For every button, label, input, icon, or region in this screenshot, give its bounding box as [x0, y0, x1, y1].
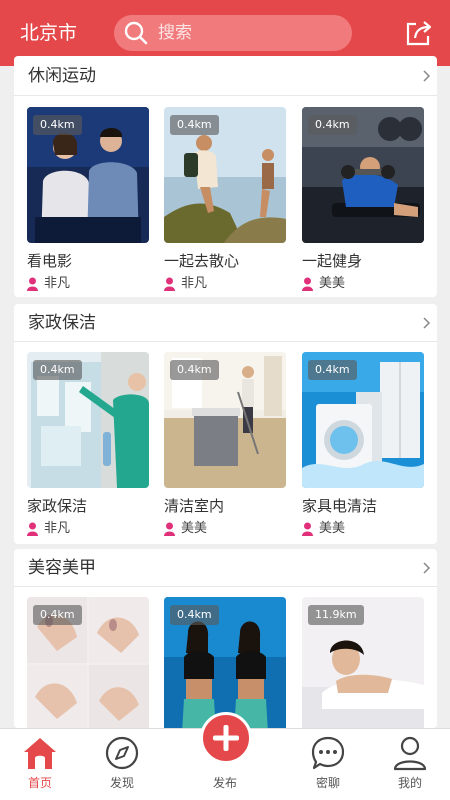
person-icon — [302, 522, 313, 536]
section-title: 美容美甲 — [28, 558, 96, 578]
share-icon[interactable] — [405, 20, 433, 46]
tab-label: 发布 — [212, 776, 237, 790]
mopping-photo: 0.4km — [164, 352, 286, 488]
nails-photo: 0.4km — [27, 597, 149, 728]
person-icon — [164, 522, 175, 536]
gym-photo: 0.4km — [302, 107, 424, 243]
author-name: 美美 — [181, 521, 208, 536]
list-item[interactable]: 0.4km 看电影 非凡 — [27, 107, 149, 297]
section-header[interactable]: 美容美甲 — [14, 549, 437, 587]
home-icon — [24, 738, 56, 769]
section-beauty-nails: 美容美甲 0.4km 0.4km 11.9km — [14, 549, 437, 728]
distance-badge: 0.4km — [170, 360, 219, 380]
appliance-photo: 0.4km — [302, 352, 424, 488]
list-item[interactable]: 0.4km 一起健身 美美 — [302, 107, 424, 297]
section-header[interactable]: 家政保洁 — [14, 304, 437, 342]
distance-badge: 0.4km — [33, 360, 82, 380]
chevron-right-icon — [423, 70, 431, 82]
publish-button[interactable] — [200, 712, 252, 764]
author-name: 美美 — [319, 276, 346, 291]
tab-profile[interactable]: 我的 — [370, 729, 450, 800]
distance-badge: 0.4km — [170, 115, 219, 135]
chevron-right-icon — [423, 562, 431, 574]
search-icon — [124, 21, 148, 45]
window-cleaning-photo: 0.4km — [27, 352, 149, 488]
author-name: 非凡 — [181, 276, 208, 291]
hiking-photo: 0.4km — [164, 107, 286, 243]
distance-badge: 0.4km — [33, 605, 82, 625]
cinema-photo: 0.4km — [27, 107, 149, 243]
person-icon — [27, 277, 38, 291]
distance-badge: 0.4km — [308, 360, 357, 380]
list-item[interactable]: 0.4km 家具电清洁 美美 — [302, 352, 424, 542]
chat-icon — [311, 736, 345, 770]
author-name: 非凡 — [44, 521, 71, 536]
person-icon — [164, 277, 175, 291]
section-leisure-sports: 休闲运动 0.4km 看电影 非凡 0.4km 一起去散心 非凡 0.4km 一… — [14, 56, 437, 297]
spa-photo: 11.9km — [302, 597, 424, 728]
compass-icon — [105, 736, 139, 770]
distance-badge: 11.9km — [308, 605, 364, 625]
section-title: 家政保洁 — [28, 313, 96, 333]
search-input[interactable]: 搜索 — [114, 15, 352, 51]
item-title: 清洁室内 — [164, 497, 225, 515]
chevron-right-icon — [423, 317, 431, 329]
person-icon — [302, 277, 313, 291]
item-title: 一起健身 — [302, 252, 363, 270]
tab-chat[interactable]: 密聊 — [288, 729, 368, 800]
section-header[interactable]: 休闲运动 — [14, 56, 437, 96]
item-title: 一起去散心 — [164, 252, 240, 270]
tab-label: 首页 — [27, 776, 52, 790]
list-item[interactable]: 0.4km — [164, 597, 286, 728]
tab-discover[interactable]: 发现 — [82, 729, 162, 800]
plus-icon — [213, 725, 239, 751]
list-item[interactable]: 11.9km — [302, 597, 424, 728]
person-icon — [27, 522, 38, 536]
item-title: 家政保洁 — [27, 497, 88, 515]
distance-badge: 0.4km — [170, 605, 219, 625]
author-name: 美美 — [319, 521, 346, 536]
item-title: 看电影 — [27, 252, 73, 270]
distance-badge: 0.4km — [308, 115, 357, 135]
list-item[interactable]: 0.4km 家政保洁 非凡 — [27, 352, 149, 542]
author-name: 非凡 — [44, 276, 71, 291]
tab-label: 密聊 — [315, 776, 340, 790]
list-item[interactable]: 0.4km 一起去散心 非凡 — [164, 107, 286, 297]
list-item[interactable]: 0.4km — [27, 597, 149, 728]
fitness-models-photo: 0.4km — [164, 597, 286, 728]
tab-home[interactable]: 首页 — [0, 729, 80, 800]
tab-label: 发现 — [109, 776, 134, 790]
item-title: 家具电清洁 — [302, 497, 378, 515]
tab-label: 我的 — [397, 776, 422, 790]
list-item[interactable]: 0.4km 清洁室内 美美 — [164, 352, 286, 542]
search-placeholder: 搜索 — [158, 23, 192, 43]
city-selector[interactable]: 北京市 — [20, 20, 77, 46]
section-housekeeping: 家政保洁 0.4km 家政保洁 非凡 0.4km 清洁室内 美美 0.4km 家… — [14, 304, 437, 544]
user-icon — [393, 736, 427, 771]
distance-badge: 0.4km — [33, 115, 82, 135]
section-title: 休闲运动 — [28, 66, 96, 86]
